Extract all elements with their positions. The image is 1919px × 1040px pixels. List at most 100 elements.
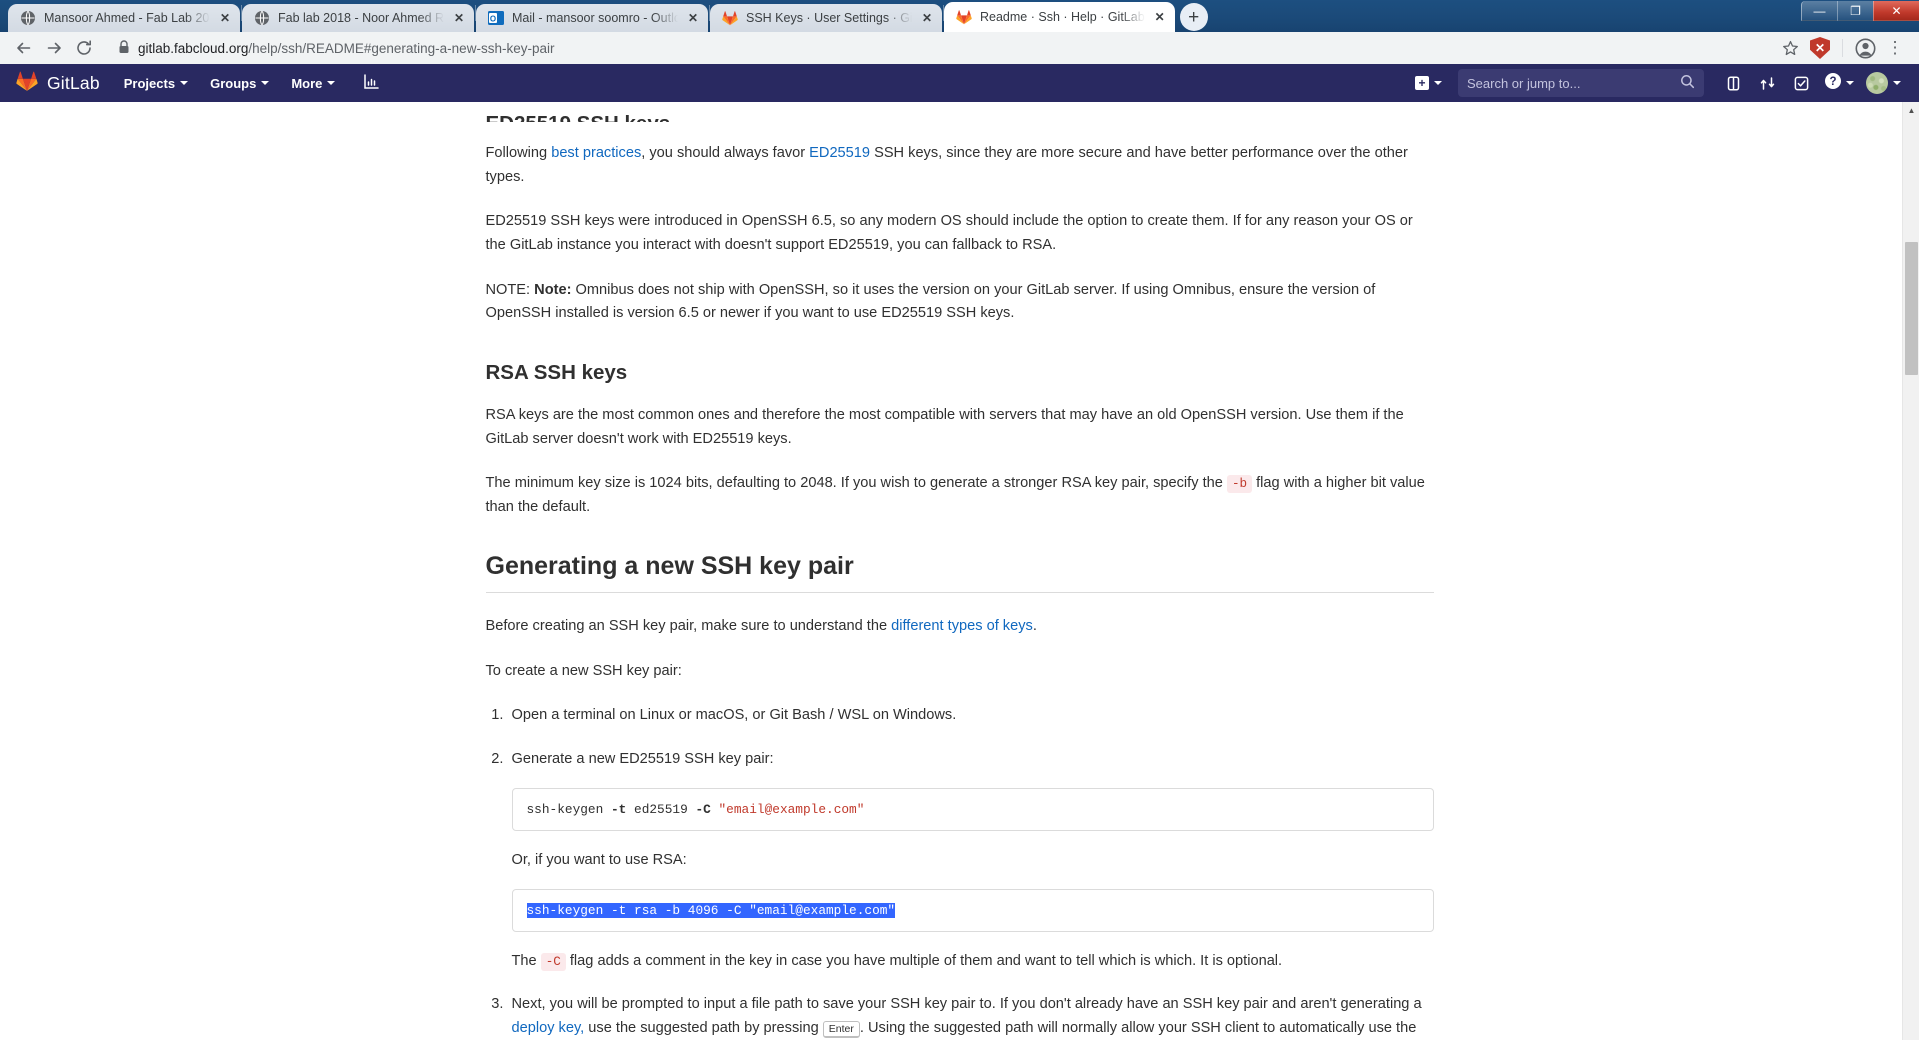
reload-button[interactable] bbox=[70, 34, 98, 62]
svg-text:?: ? bbox=[1829, 76, 1836, 88]
close-icon[interactable]: ✕ bbox=[218, 11, 232, 25]
outlook-icon: O bbox=[488, 10, 504, 26]
gitlab-logo-icon bbox=[16, 70, 38, 97]
browser-toolbar: gitlab.fabcloud.org/help/ssh/README#gene… bbox=[0, 32, 1919, 64]
gitlab-icon bbox=[722, 10, 738, 26]
link-different-types-of-keys[interactable]: different types of keys bbox=[891, 618, 1033, 634]
page-scroll-area: ED25519 SSH keys Following best practice… bbox=[0, 102, 1919, 1040]
adblock-icon: ✕ bbox=[1810, 37, 1830, 59]
code-block-rsa[interactable]: ssh-keygen -t rsa -b 4096 -C "email@exam… bbox=[511, 888, 1434, 932]
paragraph-or-rsa: Or, if you want to use RSA: bbox=[511, 851, 687, 868]
browser-tab-2[interactable]: Fab lab 2018 - Noor Ahmed Raza ✕ bbox=[242, 4, 474, 32]
code-cmd: ssh-keygen bbox=[526, 801, 611, 817]
step-text: Open a terminal on Linux or macOS, or Gi… bbox=[511, 707, 957, 724]
list-item-step-3: Next, you will be prompted to input a fi… bbox=[508, 993, 1434, 1040]
nav-item-more[interactable]: More bbox=[291, 75, 336, 91]
inline-code-c-flag: -C bbox=[540, 952, 566, 971]
search-placeholder: Search or jump to... bbox=[1467, 75, 1581, 91]
link-deploy-key[interactable]: deploy key, bbox=[512, 1020, 585, 1036]
code-rsa-selected-text: ssh-keygen -t rsa -b 4096 -C "email@exam… bbox=[526, 902, 896, 918]
tab-title: Fab lab 2018 - Noor Ahmed Raza bbox=[278, 11, 444, 25]
nav-item-projects[interactable]: Projects bbox=[123, 75, 189, 91]
code-flag-t: -t bbox=[610, 801, 627, 817]
inline-code-b-flag: -b bbox=[1226, 475, 1253, 494]
text-fragment: The bbox=[511, 952, 541, 969]
browser-tab-1[interactable]: Mansoor Ahmed - Fab Lab 2020 ✕ bbox=[8, 4, 240, 32]
help-button[interactable]: ? bbox=[1820, 72, 1858, 95]
toolbar-divider bbox=[1842, 39, 1843, 57]
tab-title: Mail - mansoor soomro - Outlook bbox=[512, 11, 678, 25]
close-icon[interactable]: ✕ bbox=[452, 11, 466, 25]
text-fragment: The minimum key size is 1024 bits, defau… bbox=[485, 475, 1227, 492]
create-new-button[interactable]: + bbox=[1407, 69, 1450, 97]
todos-icon[interactable] bbox=[1786, 68, 1816, 98]
list-item-step-1: Open a terminal on Linux or macOS, or Gi… bbox=[508, 704, 1434, 728]
page-scrollbar[interactable]: ▲ bbox=[1902, 102, 1919, 1040]
browser-tab-4[interactable]: SSH Keys · User Settings · GitLab ✕ bbox=[710, 4, 942, 32]
minimize-button[interactable]: — bbox=[1801, 1, 1837, 21]
help-icon: ? bbox=[1824, 72, 1842, 95]
window-controls: — ❐ ✕ bbox=[1801, 0, 1919, 22]
bookmark-star-icon[interactable] bbox=[1776, 34, 1804, 62]
scroll-up-arrow-icon[interactable]: ▲ bbox=[1903, 102, 1919, 119]
browser-tab-3[interactable]: O Mail - mansoor soomro - Outlook ✕ bbox=[476, 4, 708, 32]
nav-item-analytics[interactable] bbox=[363, 73, 380, 93]
close-icon[interactable]: ✕ bbox=[686, 11, 700, 25]
lock-icon bbox=[118, 39, 130, 57]
note-label: Note: bbox=[534, 281, 572, 298]
new-tab-button[interactable]: + bbox=[1179, 3, 1208, 31]
paragraph-rsa-common: RSA keys are the most common ones and th… bbox=[485, 407, 1404, 447]
globe-icon bbox=[254, 10, 270, 26]
chevron-down-icon bbox=[261, 81, 270, 85]
note-prefix: NOTE: bbox=[485, 281, 535, 298]
paragraph-c-flag: The -C flag adds a comment in the key in… bbox=[512, 950, 1434, 974]
text-fragment: Following bbox=[485, 145, 552, 161]
link-best-practices[interactable]: best practices bbox=[551, 145, 641, 161]
paragraph-to-create: To create a new SSH key pair: bbox=[485, 662, 682, 679]
address-bar[interactable]: gitlab.fabcloud.org/help/ssh/README#gene… bbox=[106, 35, 1768, 61]
back-button[interactable] bbox=[10, 34, 38, 62]
profile-avatar-icon[interactable] bbox=[1851, 34, 1879, 62]
text-fragment: use the suggested path by pressing bbox=[584, 1019, 823, 1036]
close-icon[interactable]: ✕ bbox=[1153, 10, 1167, 24]
nav-item-label: Projects bbox=[123, 75, 176, 91]
chart-bars-icon bbox=[363, 73, 380, 93]
user-menu[interactable] bbox=[1862, 72, 1905, 94]
svg-text:O: O bbox=[490, 15, 496, 24]
paragraph-before-creating: Before creating an SSH key pair, make su… bbox=[486, 615, 1434, 639]
tab-title: SSH Keys · User Settings · GitLab bbox=[746, 11, 912, 25]
gitlab-navbar: GitLab Projects Groups More + Search or … bbox=[0, 64, 1919, 102]
step-text: Generate a new ED25519 SSH key pair: bbox=[511, 751, 774, 768]
browser-tab-5-active[interactable]: Readme · Ssh · Help · GitLab ✕ bbox=[944, 2, 1175, 32]
kbd-enter-key: Enter bbox=[822, 1020, 860, 1038]
browser-menu-icon[interactable]: ⋮ bbox=[1881, 34, 1909, 62]
paragraph-ed25519-intro: ED25519 SSH keys were introduced in Open… bbox=[485, 213, 1413, 253]
gitlab-brand[interactable]: GitLab bbox=[16, 70, 100, 97]
merge-requests-icon[interactable] bbox=[1752, 68, 1782, 98]
url-path: /help/ssh/README#generating-a-new-ssh-ke… bbox=[248, 40, 555, 56]
tab-title: Mansoor Ahmed - Fab Lab 2020 bbox=[44, 11, 210, 25]
nav-item-label: More bbox=[291, 75, 323, 91]
code-block-ed25519[interactable]: ssh-keygen -t ed25519 -C "email@example.… bbox=[511, 787, 1434, 831]
forward-button[interactable] bbox=[40, 34, 68, 62]
gitlab-nav-right: + Search or jump to... ? bbox=[1407, 68, 1905, 98]
paragraph-following-best-practices: Following best practices, you should alw… bbox=[486, 142, 1434, 189]
list-item-step-2: Generate a new ED25519 SSH key pair: ssh… bbox=[508, 748, 1434, 973]
close-icon[interactable]: ✕ bbox=[920, 11, 934, 25]
link-ed25519[interactable]: ED25519 bbox=[809, 145, 870, 161]
text-fragment: , you should always favor bbox=[641, 145, 810, 161]
chevron-down-icon bbox=[180, 81, 189, 85]
text-fragment: flag adds a comment in the key in case y… bbox=[565, 952, 1283, 969]
url-text: gitlab.fabcloud.org/help/ssh/README#gene… bbox=[138, 41, 554, 56]
text-fragment: . bbox=[1032, 618, 1037, 635]
restore-button[interactable]: ❐ bbox=[1837, 1, 1873, 21]
scrollbar-thumb[interactable] bbox=[1905, 242, 1918, 375]
code-email: "email@example.com" bbox=[710, 801, 865, 817]
heading-ed25519-ssh-keys: ED25519 SSH keys bbox=[486, 112, 1434, 122]
issues-icon[interactable] bbox=[1718, 68, 1748, 98]
code-keytype: ed25519 bbox=[626, 801, 696, 817]
close-button[interactable]: ✕ bbox=[1873, 1, 1919, 21]
search-input[interactable]: Search or jump to... bbox=[1458, 69, 1704, 97]
nav-item-groups[interactable]: Groups bbox=[210, 76, 270, 91]
extension-shield-icon[interactable]: ✕ bbox=[1806, 34, 1834, 62]
